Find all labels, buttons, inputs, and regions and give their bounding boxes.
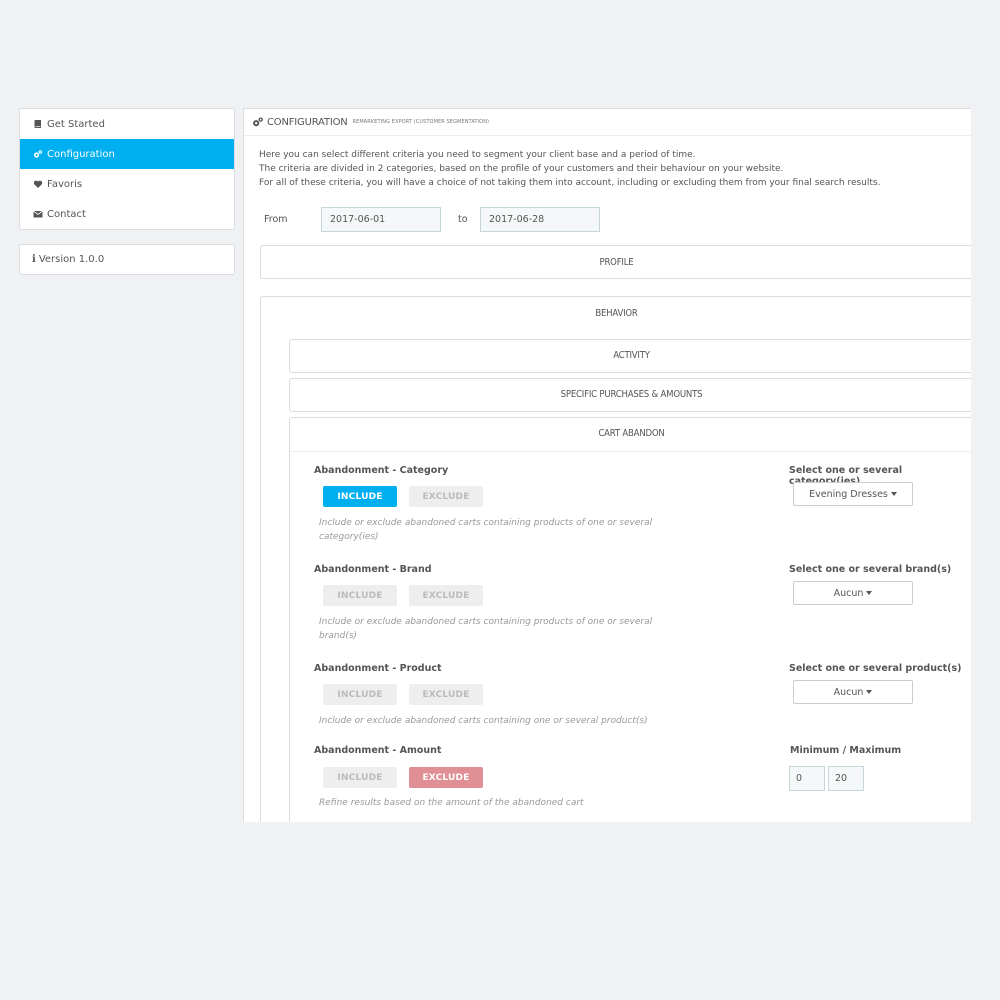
brand-exclude-button[interactable]: EXCLUDE <box>409 585 483 606</box>
cart-abandon-section: CART ABANDON Abandonment - Category INCL… <box>289 417 971 822</box>
panel-heading: CONFIGURATION REMARKETING EXPORT (CUSTOM… <box>244 109 971 136</box>
intro-line: The criteria are divided in 2 categories… <box>259 164 784 174</box>
brand-select-value: Aucun <box>833 587 864 599</box>
date-range: From 2017-06-01 to 2017-06-28 <box>264 207 600 232</box>
product-label: Abandonment - Product <box>314 663 442 674</box>
envelope-icon <box>32 208 44 220</box>
sidebar-item-label: Configuration <box>47 148 115 160</box>
minmax-label: Minimum / Maximum <box>790 745 902 756</box>
activity-title: ACTIVITY <box>613 350 650 361</box>
specific-purchases-title: SPECIFIC PURCHASES & AMOUNTS <box>560 389 703 400</box>
product-exclude-button[interactable]: EXCLUDE <box>409 684 483 705</box>
cogs-icon <box>253 117 263 127</box>
help-line: Include or exclude abandoned carts conta… <box>319 518 653 528</box>
sidebar-item-contact[interactable]: Contact <box>20 199 234 229</box>
product-include-button[interactable]: INCLUDE <box>323 684 397 705</box>
amount-max-input[interactable]: 20 <box>828 766 864 791</box>
sidebar-item-label: Get Started <box>47 118 105 130</box>
help-line: brand(s) <box>319 631 358 641</box>
category-help: Include or exclude abandoned carts conta… <box>319 516 679 544</box>
date-to-input[interactable]: 2017-06-28 <box>480 207 600 232</box>
version-box: i Version 1.0.0 <box>19 244 235 275</box>
specific-purchases-section[interactable]: SPECIFIC PURCHASES & AMOUNTS <box>289 378 971 412</box>
behavior-title[interactable]: BEHAVIOR <box>261 308 971 319</box>
info-icon: i <box>32 254 36 265</box>
sidebar-item-configuration[interactable]: Configuration <box>20 139 234 169</box>
to-label: to <box>458 214 468 225</box>
amount-min-input[interactable]: 0 <box>789 766 825 791</box>
brand-help: Include or exclude abandoned carts conta… <box>319 615 679 643</box>
help-line: category(ies) <box>319 532 379 542</box>
help-line: Refine results based on the amount of th… <box>319 798 584 808</box>
amount-help: Refine results based on the amount of th… <box>319 796 679 810</box>
product-help: Include or exclude abandoned carts conta… <box>319 714 679 728</box>
cogs-icon <box>32 148 44 160</box>
page-title: CONFIGURATION <box>267 116 348 128</box>
amount-label: Abandonment - Amount <box>314 745 442 756</box>
heart-icon <box>32 178 44 190</box>
intro-text: Here you can select different criteria y… <box>259 148 880 190</box>
brand-select-label: Select one or several brand(s) <box>789 564 952 575</box>
brand-include-button[interactable]: INCLUDE <box>323 585 397 606</box>
brand-select[interactable]: Aucun <box>793 581 913 605</box>
brand-label: Abandonment - Brand <box>314 564 432 575</box>
caret-down-icon <box>866 690 873 694</box>
category-include-button[interactable]: INCLUDE <box>323 486 397 507</box>
cart-abandon-title[interactable]: CART ABANDON <box>290 428 971 439</box>
product-select-label: Select one or several product(s) <box>789 663 962 674</box>
divider <box>290 451 971 452</box>
sidebar-menu: Get Started Configuration Favoris Contac… <box>19 108 235 230</box>
category-select[interactable]: Evening Dresses <box>793 482 913 506</box>
amount-exclude-button[interactable]: EXCLUDE <box>409 767 483 788</box>
activity-section[interactable]: ACTIVITY <box>289 339 971 373</box>
sidebar-item-label: Favoris <box>47 178 83 190</box>
intro-line: Here you can select different criteria y… <box>259 150 696 160</box>
profile-title: PROFILE <box>599 257 634 268</box>
from-label: From <box>264 214 288 225</box>
category-label: Abandonment - Category <box>314 465 449 476</box>
page-subtitle: REMARKETING EXPORT (CUSTOMER SEGMENTATIO… <box>352 119 490 125</box>
configuration-panel: CONFIGURATION REMARKETING EXPORT (CUSTOM… <box>243 108 971 822</box>
category-exclude-button[interactable]: EXCLUDE <box>409 486 483 507</box>
help-line: Include or exclude abandoned carts conta… <box>319 716 648 726</box>
version-label: Version 1.0.0 <box>38 254 105 265</box>
help-line: Include or exclude abandoned carts conta… <box>319 617 653 627</box>
product-select-value: Aucun <box>833 686 864 698</box>
sidebar-item-label: Contact <box>47 208 86 220</box>
product-select[interactable]: Aucun <box>793 680 913 704</box>
amount-include-button[interactable]: INCLUDE <box>323 767 397 788</box>
sidebar-item-get-started[interactable]: Get Started <box>20 109 234 139</box>
intro-line: For all of these criteria, you will have… <box>259 178 881 188</box>
sidebar-item-favoris[interactable]: Favoris <box>20 169 234 199</box>
caret-down-icon <box>890 492 897 496</box>
date-from-input[interactable]: 2017-06-01 <box>321 207 441 232</box>
book-icon <box>32 118 44 130</box>
behavior-section: BEHAVIOR ACTIVITY SPECIFIC PURCHASES & A… <box>260 296 971 822</box>
caret-down-icon <box>866 591 873 595</box>
category-select-value: Evening Dresses <box>809 488 888 500</box>
profile-section[interactable]: PROFILE <box>260 245 971 279</box>
